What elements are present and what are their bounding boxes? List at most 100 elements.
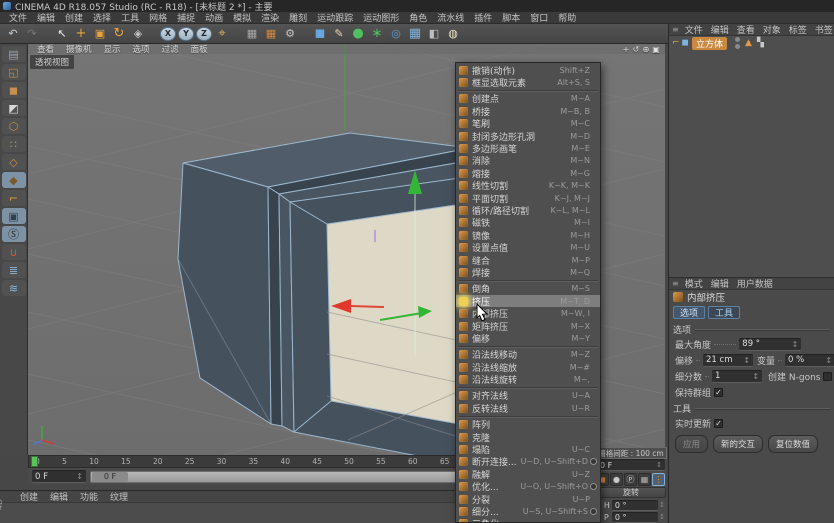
enable-axis-icon[interactable]: ⌐ [2,190,26,206]
live-selection-icon[interactable]: ↖ [53,25,71,43]
menu-item[interactable]: 流水线 [432,11,469,24]
offset-field[interactable]: 21 cm↕ [703,354,753,367]
workplane-mode-icon[interactable]: ⬡ [2,118,26,134]
menu-item[interactable]: 运动图形 [358,11,404,24]
object-manager-menu-item[interactable]: 文件 [681,23,707,36]
render-settings-icon[interactable]: ⚙ [281,25,299,43]
attribute-tab[interactable]: 选项 [673,306,705,319]
context-menu-item[interactable]: 平面切割 K~J, M~J [456,192,600,204]
context-menu-item[interactable] [458,416,598,418]
menu-item[interactable]: 运动跟踪 [312,11,358,24]
menu-item[interactable]: 窗口 [525,11,553,24]
attribute-menu-item[interactable]: 编辑 [707,277,733,290]
traffic-light-icon[interactable]: ⋮ [652,473,665,486]
menu-item[interactable]: 插件 [469,11,497,24]
keep-group-checkbox[interactable]: ✓ [714,388,723,397]
ngons-checkbox[interactable] [823,372,832,381]
menu-item[interactable]: 选择 [88,11,116,24]
array-generator-icon[interactable]: ∗ [368,25,386,43]
context-menu-item[interactable]: 磁铁 M~I [456,217,600,229]
context-menu-item[interactable]: 镜像 M~H [456,229,600,241]
toolbar-separator[interactable] [232,25,242,43]
workplane-lock-icon[interactable]: ≣ [2,262,26,278]
context-menu-item[interactable]: 塌陷 U~C [456,443,600,455]
context-menu-item[interactable]: 断开连接... U~D, U~Shift+D [456,456,600,468]
material-menu-item[interactable]: 纹理 [104,490,134,503]
maximize-icon[interactable]: ▣ [651,45,661,54]
menu-item[interactable]: 渲染 [256,11,284,24]
scale-icon[interactable]: ▣ [91,25,109,43]
attribute-menu-item[interactable]: 模式 [681,277,707,290]
deformer-icon[interactable]: ◎ [387,25,405,43]
position-record-icon[interactable]: Ⓟ [624,473,637,486]
stepper-icon[interactable]: ↕ [792,340,799,349]
pla-icon[interactable]: ▦ [638,473,651,486]
context-menu-item[interactable]: 优化... U~O, U~Shift+O [456,481,600,493]
context-menu-item[interactable]: 沿法线旋转 M~, [456,373,600,385]
menu-item[interactable]: 帮助 [553,11,581,24]
enable-snap-icon[interactable]: Ⓢ [2,226,26,242]
convert-icon[interactable]: ▤ [2,46,26,62]
max-angle-field[interactable]: 89 °↕ [739,338,801,351]
context-menu-item[interactable]: 克隆 [456,431,600,443]
realtime-checkbox[interactable]: ✓ [714,419,723,428]
coordinate-system-icon[interactable]: ⌖ [213,25,231,43]
autokey-icon[interactable]: ● [610,473,623,486]
stepper-icon[interactable]: ↕ [659,501,665,509]
attribute-button[interactable]: 新的交互 [713,435,763,453]
z-axis-lock-icon[interactable]: Z [196,27,212,41]
context-menu-item[interactable]: 创建点 M~A [456,93,600,105]
stepper-icon[interactable]: ↕ [752,372,759,381]
context-menu-item[interactable]: 融解 U~Z [456,468,600,480]
rotation-value-field[interactable]: 0 ° [612,500,658,511]
context-menu-item[interactable]: 偏移 M~Y [456,332,600,344]
context-menu-item[interactable]: 三角化 [456,518,600,523]
context-menu-item[interactable]: 撤销(动作) Shift+Z [456,64,600,76]
viewport-menu-item[interactable]: 查看 [31,44,60,55]
attribute-menu-item[interactable]: 用户数据 [733,277,777,290]
object-manager-menu-item[interactable]: 查看 [733,23,759,36]
start-frame-field[interactable]: 0 F↕ [32,470,86,483]
toolbar-separator[interactable] [300,25,310,43]
context-menu-item[interactable]: 多边形画笔 M~E [456,142,600,154]
menu-item[interactable]: 动画 [200,11,228,24]
viewport-menu-item[interactable]: 面板 [185,44,214,55]
viewport-menu-item[interactable]: 选项 [127,44,156,55]
subdivision-surface-icon[interactable]: ● [349,25,367,43]
context-menu-item[interactable]: 细分... U~S, U~Shift+S [456,505,600,517]
stepper-icon[interactable]: ↕ [659,513,665,521]
stepper-icon[interactable]: ↕ [743,356,750,365]
object-name[interactable]: 立方体 [692,37,727,50]
redo-icon[interactable]: ↷ [23,25,41,43]
object-manager-menu-item[interactable]: 编辑 [707,23,733,36]
object-manager-empty-area[interactable] [669,50,834,278]
stepper-icon[interactable]: ↕ [825,356,832,365]
menu-item[interactable]: 雕刻 [284,11,312,24]
context-menu-item[interactable]: 矩阵挤压 M~X [456,320,600,332]
context-menu-item[interactable]: 消除 M~N [456,155,600,167]
magnet-icon[interactable]: ∪ [2,244,26,260]
context-menu-item[interactable]: 设置点值 M~U [456,241,600,253]
context-menu-item[interactable]: 笔刷 M~C [456,118,600,130]
object-row[interactable]: ⌐ ◼ 立方体 ▲ ▚ [669,36,834,50]
context-menu-item[interactable]: 对齐法线 U~A [456,390,600,402]
variance-field[interactable]: 0 %↕ [785,354,834,367]
orbit-icon[interactable]: ↺ [631,45,641,54]
context-menu-item[interactable]: 阵列 [456,419,600,431]
context-menu-item[interactable]: 焊接 M~Q [456,266,600,278]
context-menu-item[interactable]: 熔接 M~G [456,167,600,179]
texture-mode-icon[interactable]: ◩ [2,100,26,116]
object-manager-menu-item[interactable]: 对象 [759,23,785,36]
context-menu-item[interactable]: 封闭多边形孔洞 M~D [456,130,600,142]
menu-item[interactable]: 角色 [404,11,432,24]
rotation-value-field[interactable]: 0 ° [612,512,658,523]
menu-item[interactable]: 脚本 [497,11,525,24]
timeline-playhead[interactable] [31,456,38,467]
menu-item[interactable]: 编辑 [32,11,60,24]
menu-item[interactable]: 工具 [116,11,144,24]
viewport-menu-item[interactable]: 摄像机 [60,44,98,55]
context-menu-item[interactable]: 桥接 M~B, B [456,105,600,117]
menu-burger-icon[interactable]: ≡ [672,279,679,288]
attribute-button[interactable]: 复位数值 [768,435,818,453]
x-axis-lock-icon[interactable]: X [160,27,176,41]
